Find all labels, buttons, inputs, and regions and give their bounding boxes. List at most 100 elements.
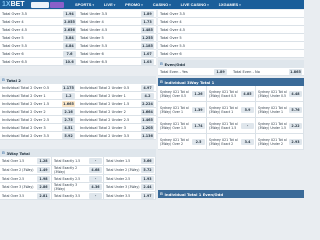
market-label: Individual Total 2 Under 2 [80, 109, 126, 114]
market-label: Sydney U21 Tot al (3Way) Under 1.5 [258, 121, 287, 130]
nav-1xgames[interactable]: 1XGAMES ▾ [214, 2, 246, 7]
odds-button[interactable]: 3.4 [241, 138, 254, 145]
market-label: Total Under 5.5 [80, 43, 108, 48]
odds-button[interactable]: 1.94 [63, 11, 76, 17]
odds-button[interactable]: 2.93 [289, 138, 302, 145]
market-cell: Sydney U21 Tot al (3Way) Exact 0.5 4.85 [207, 86, 256, 102]
market-label: Total Over 2.5 [2, 176, 25, 181]
market-cell: Total Under 2 (3Way) 5.72 [104, 166, 156, 175]
top-navigation-bar: 1X BET SPORTS ▾ LIVE ▾ PROMO ▾ CASINO ▾ LIVE … [0, 0, 304, 9]
odds-button[interactable]: - [241, 122, 254, 129]
odds-button[interactable]: 1.07 [141, 51, 154, 57]
odds-button[interactable]: 1.175 [62, 85, 75, 91]
odds-button[interactable]: 2.224 [141, 101, 154, 107]
odds-button[interactable]: 3.66 [141, 158, 154, 164]
table-row: Total Over 4.5 2.656 Total Under 4.5 1.4… [0, 26, 156, 34]
odds-button[interactable]: 1.26 [192, 90, 205, 97]
odds-button[interactable]: - [89, 158, 102, 164]
odds-button[interactable]: 5.76 [289, 106, 302, 113]
market-label: Sydney U21 Tot al (3Way) Under 2 [258, 137, 287, 146]
odds-button[interactable]: 1.205 [141, 125, 154, 131]
market-label: Sydney U21 Tot al (3Way) Over 1 [160, 105, 189, 114]
market-cell: Sydney U21 Tot al (3Way) Under 1 5.76 [256, 102, 304, 118]
odds-button[interactable]: 2.22 [289, 122, 302, 129]
odds-button[interactable]: 1.185 [141, 43, 154, 49]
market-label: Total Under 3.5 [80, 11, 108, 16]
odds-button[interactable]: 1.73 [141, 19, 154, 25]
odds-button[interactable]: 1.98 [37, 175, 50, 182]
section-title: Total 2 [6, 77, 21, 83]
market-label: Total Over 2 (3Way) [2, 168, 34, 172]
market-label: Total Exactly 2.5 [54, 176, 81, 181]
nav-casino[interactable]: CASINO ▾ [148, 2, 176, 7]
odds-button[interactable]: 1.664 [141, 109, 154, 115]
nav-casino-label: CASINO [152, 2, 169, 7]
nav-live-casino[interactable]: LIVE CASINO ▾ [176, 2, 214, 7]
odds-button[interactable]: 4.36 [89, 184, 102, 190]
nav-promo[interactable]: PROMO ▾ [120, 2, 148, 7]
odds-button[interactable]: 2.16 [62, 109, 75, 115]
odds-button[interactable]: 4.85 [241, 90, 254, 97]
odds-button[interactable]: 2.44 [141, 184, 154, 190]
odds-button[interactable]: 1.39 [192, 106, 205, 113]
market-cell: Sydney U21 Tot al (3Way) Under 1.5 2.22 [256, 118, 304, 134]
odds-button[interactable]: 4.97 [141, 85, 154, 91]
odds-button[interactable]: 4.84 [63, 43, 76, 49]
market-label: Total Even - Yes [160, 69, 188, 74]
even-odd-section-header[interactable]: ⊟ Even/Odd [158, 60, 304, 68]
table-row: Individual Total 2 Over 2 2.16 Individua… [0, 108, 156, 116]
special-badge[interactable] [50, 1, 64, 8]
nav-live[interactable]: LIVE ▾ [99, 2, 120, 7]
odds-button[interactable]: 1.465 [141, 117, 154, 123]
odds-button[interactable]: 4.68 [89, 167, 102, 173]
individual-total-even-odd-section-header[interactable]: ⊟ Individual Total 1 Even/Odd [158, 190, 304, 198]
market-label: Total Over 5 [2, 35, 24, 40]
odds-button[interactable]: 1.2 [62, 93, 75, 99]
odds-button[interactable]: 4.2 [141, 93, 154, 99]
odds-button[interactable]: 1.97 [141, 192, 154, 199]
odds-button[interactable]: - [89, 192, 102, 199]
market-label: Individual Total 2 Over 1 [2, 93, 46, 98]
odds-button[interactable]: 2.5 [192, 138, 205, 145]
logo[interactable]: 1X BET [0, 0, 30, 9]
odds-button[interactable]: 1.255 [141, 35, 154, 41]
individual-3way-total-section-header[interactable]: ⊟ Individual 3Way Total 1 [158, 78, 304, 86]
odds-button[interactable]: 2.86 [37, 184, 50, 190]
odds-button[interactable]: 1.485 [141, 27, 154, 33]
nav-sports[interactable]: SPORTS ▾ [70, 2, 99, 7]
promo-badge[interactable] [31, 1, 49, 8]
odds-button[interactable]: 5.9 [241, 106, 254, 113]
3way-total-section-header[interactable]: ⊟ 3Way Total [0, 149, 156, 157]
odds-button[interactable]: 1.136 [141, 133, 154, 139]
odds-button[interactable]: 10.6 [63, 59, 76, 65]
odds-button[interactable]: 1.93 [141, 175, 154, 182]
odds-button[interactable]: 2.055 [63, 19, 76, 25]
collapse-icon: ⊟ [2, 151, 6, 155]
odds-button[interactable]: 2.656 [63, 27, 76, 33]
market-label: Total Under 4 [80, 19, 104, 24]
chevron-down-icon: ▾ [141, 2, 143, 7]
odds-button[interactable]: 1.89 [141, 11, 154, 17]
odds-button[interactable]: 5.92 [62, 133, 75, 139]
odds-button[interactable]: 3.84 [63, 35, 76, 41]
odds-button[interactable]: 1.49 [37, 167, 50, 173]
odds-button[interactable]: 2.75 [62, 117, 75, 123]
odds-button[interactable]: 1.74 [192, 122, 205, 129]
market-cell: Total Under 1.5 3.66 [104, 157, 156, 166]
odds-button[interactable]: - [89, 175, 102, 182]
odds-button[interactable]: 1.28 [37, 158, 50, 164]
odds-button[interactable]: 4.51 [62, 125, 75, 131]
market-label: Total Even - No [233, 69, 260, 74]
total2-section-header[interactable]: ⊟ Total 2 [0, 76, 156, 84]
odds-button[interactable]: 4.48 [289, 90, 302, 97]
odds-button[interactable]: 1.665 [62, 101, 75, 107]
table-row: Total Over 5 [158, 34, 304, 42]
collapse-icon: ⊟ [2, 78, 6, 82]
odds-button[interactable]: 7.6 [63, 51, 76, 57]
odds-button[interactable]: 1.865 [289, 69, 302, 75]
market-cell: Total Under 2.5 1.93 [104, 175, 156, 183]
odds-button[interactable]: 5.72 [141, 167, 154, 173]
odds-button[interactable]: 2.81 [37, 192, 50, 199]
odds-button[interactable]: 1.89 [214, 69, 227, 75]
odds-button[interactable]: 1.03 [141, 59, 154, 65]
